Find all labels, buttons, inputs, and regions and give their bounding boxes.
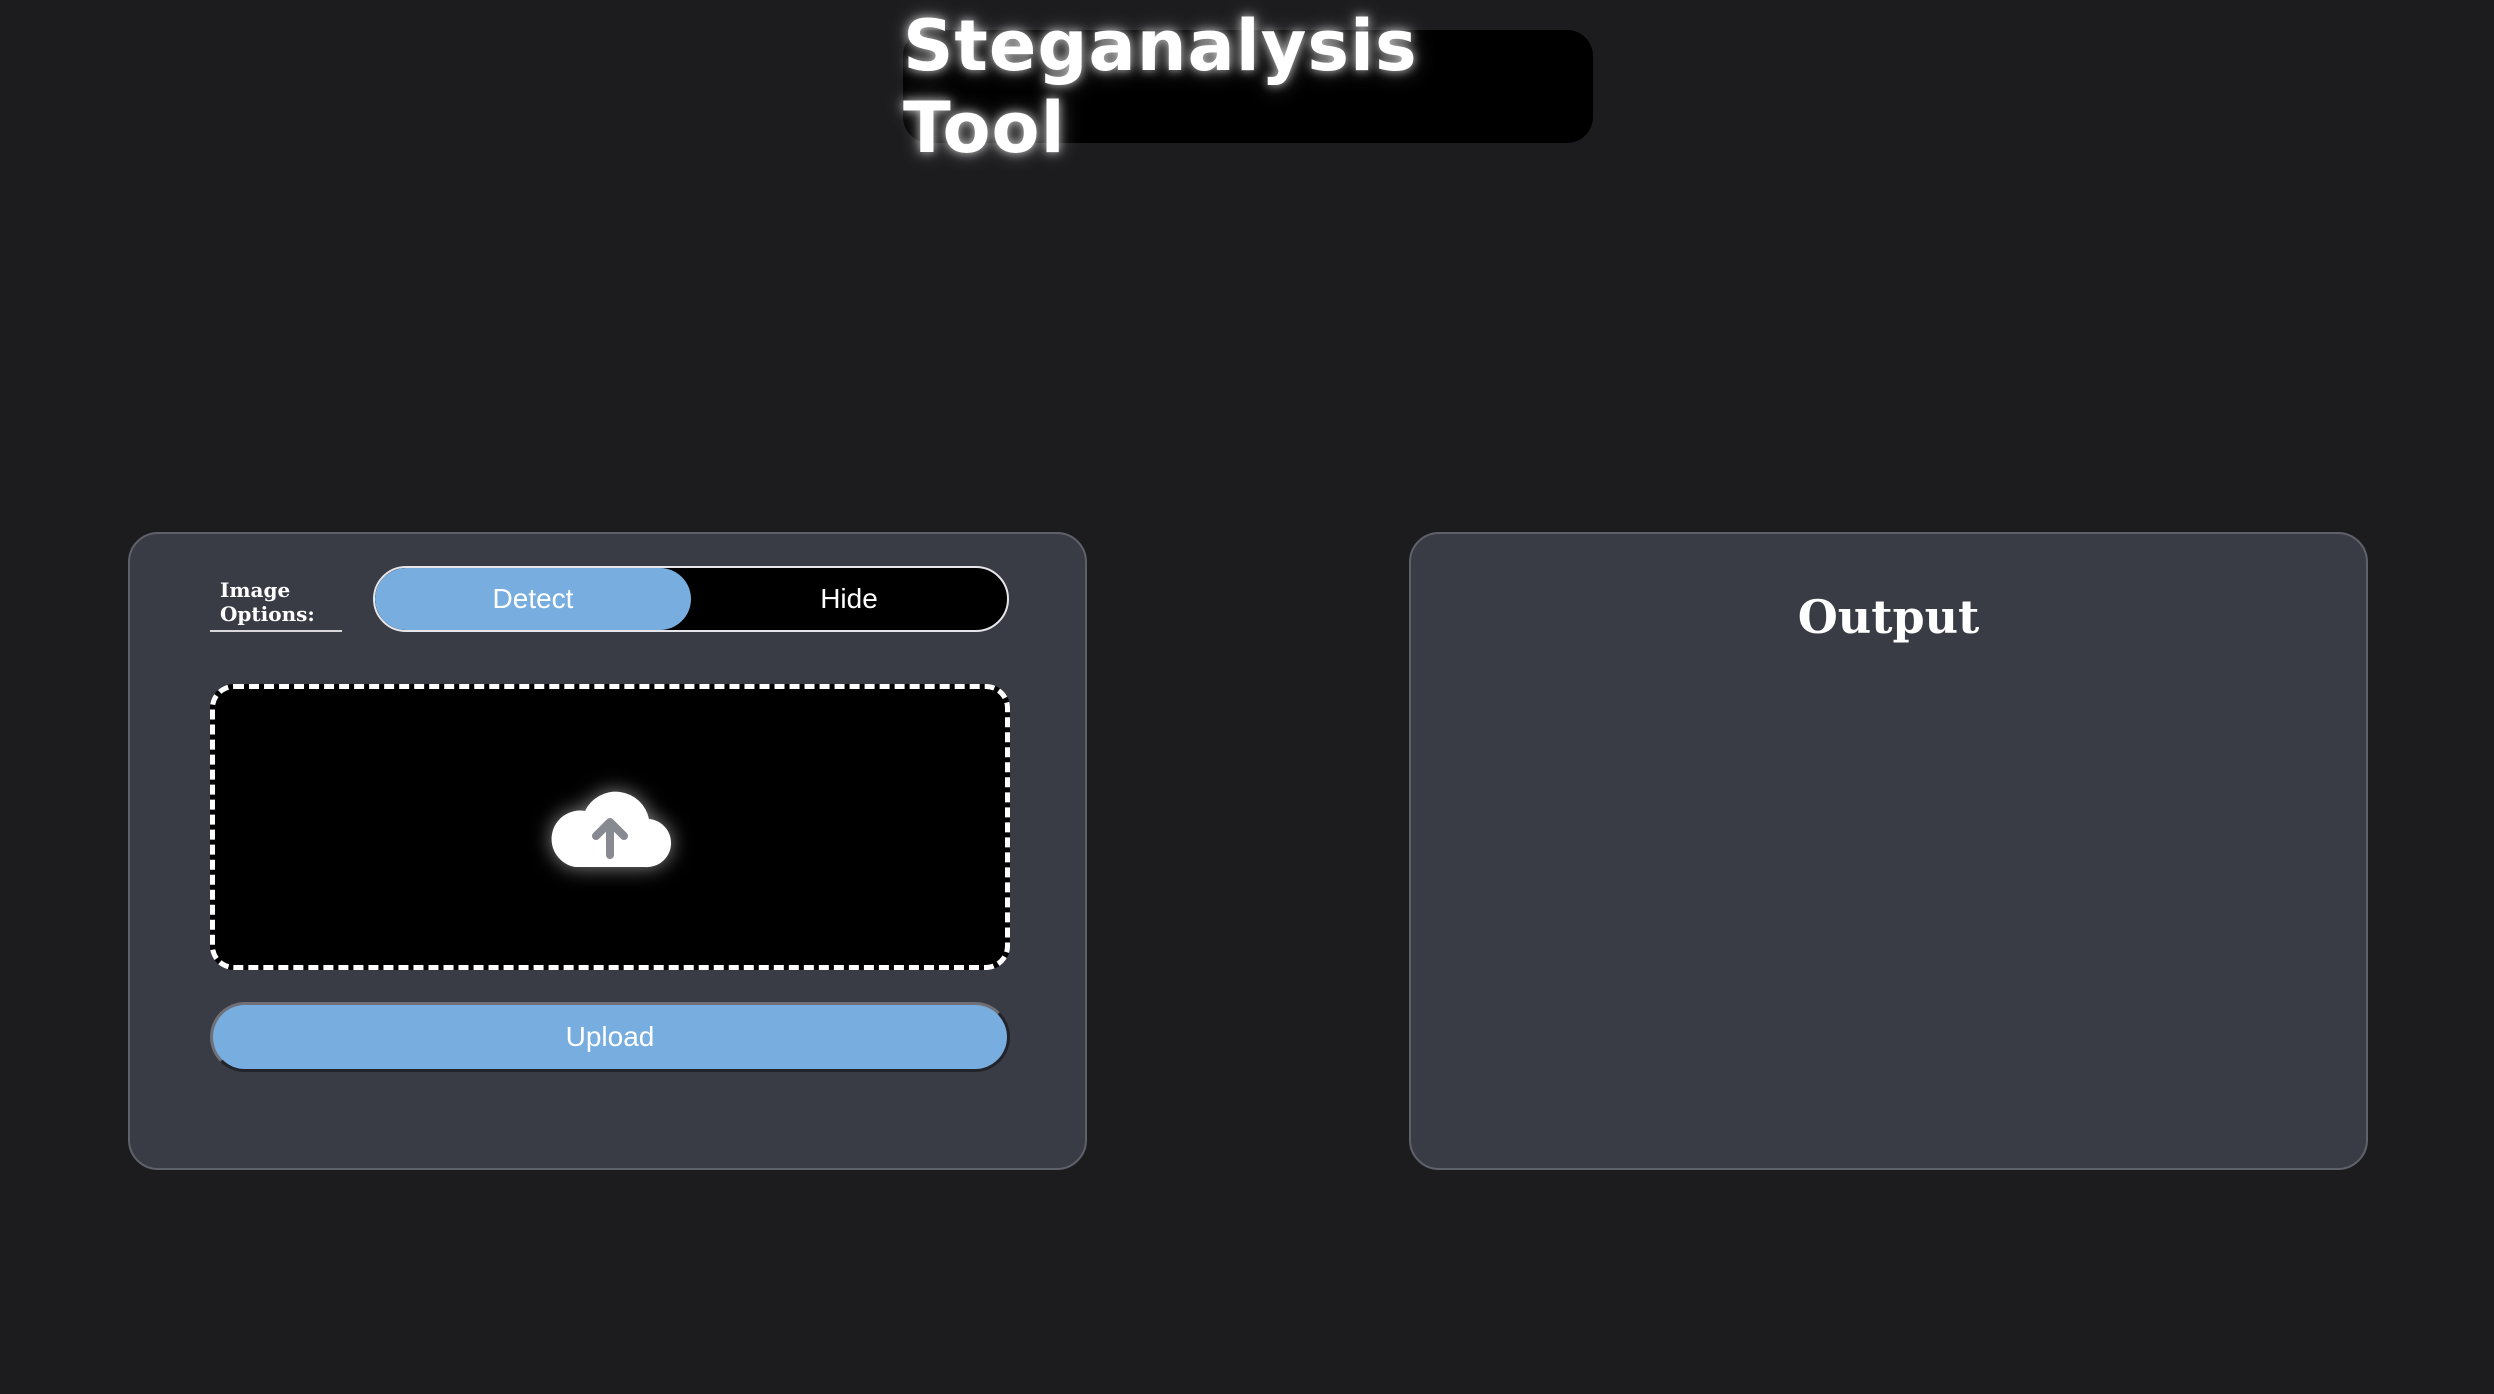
- output-title: Output: [1797, 590, 1980, 644]
- toggle-detect[interactable]: Detect: [375, 568, 691, 630]
- input-panel: Image Options: Detect Hide Upload: [128, 532, 1087, 1170]
- toggle-hide[interactable]: Hide: [691, 568, 1007, 630]
- output-panel: Output: [1409, 532, 2368, 1170]
- image-options-label: Image Options:: [210, 578, 342, 632]
- mode-toggle[interactable]: Detect Hide: [373, 566, 1009, 632]
- title-banner: Steganalysis Tool: [903, 5, 1593, 169]
- image-dropzone[interactable]: [210, 684, 1010, 970]
- cloud-upload-icon: [551, 791, 672, 868]
- page-title: Steganalysis Tool: [903, 4, 1418, 169]
- upload-button[interactable]: Upload: [210, 1002, 1010, 1072]
